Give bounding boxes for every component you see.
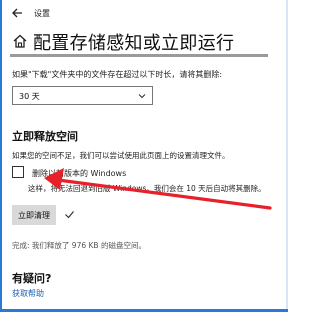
page-title: 配置存储感知或立即运行 <box>33 33 235 54</box>
checkmark-icon <box>65 211 74 219</box>
window-frame-right <box>286 0 288 312</box>
chevron-down-icon <box>138 94 146 99</box>
downloads-retention-label: 如果"下载"文件夹中的文件存在超过以下时长，请将其删除: <box>12 70 223 79</box>
get-help-link[interactable]: 获取帮助 <box>12 288 44 299</box>
window-title: 设置 <box>34 9 50 18</box>
title-bar: 设置 <box>2 0 286 26</box>
free-space-info: 如果您的空间不足，我们可以尝试使用此页面上的设置清理文件。 <box>12 151 230 160</box>
home-icon <box>13 34 27 48</box>
cleanup-status: 完成: 我们释放了 976 KB 的磁盘空间。 <box>12 241 146 250</box>
downloads-retention-dropdown[interactable]: 30 天 <box>12 86 153 105</box>
rollback-warning: 这样，将无法回退到旧版 Windows。我们会在 10 天后自动将其删除。 <box>28 184 266 193</box>
scroll-divider <box>10 54 268 57</box>
free-space-heading: 立即释放空间 <box>12 130 78 143</box>
clean-now-button[interactable]: 立即清理 <box>12 205 56 225</box>
window-frame-left <box>0 0 2 312</box>
back-arrow-icon[interactable] <box>10 6 24 20</box>
help-heading: 有疑问? <box>12 272 52 285</box>
delete-previous-windows-label[interactable]: 删除以前版本的 Windows <box>32 168 126 179</box>
dropdown-selected-value: 30 天 <box>19 92 40 101</box>
delete-previous-windows-checkbox[interactable] <box>12 166 24 178</box>
